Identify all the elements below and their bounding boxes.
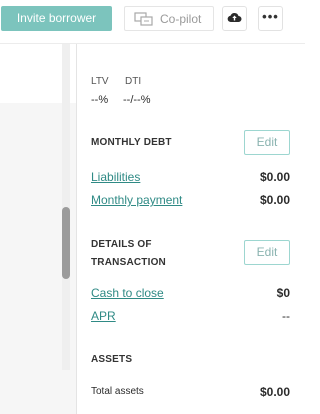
assets-heading: ASSETS — [91, 354, 133, 365]
loan-summary-panel: LTV DTI --% --/--% MONTHLY DEBT Edit Lia… — [77, 44, 305, 414]
transaction-edit-button[interactable]: Edit — [244, 240, 290, 265]
apr-value: -- — [282, 309, 290, 323]
cloud-upload-button[interactable] — [222, 6, 247, 31]
ltv-label: LTV — [91, 76, 109, 87]
more-icon: ••• — [262, 9, 279, 24]
details-of-transaction-heading: DETAILS OF — [91, 239, 152, 250]
monthly-debt-heading: MONTHLY DEBT — [91, 137, 172, 148]
co-pilot-label: Co-pilot — [160, 11, 202, 26]
co-pilot-button[interactable]: Co-pilot — [124, 6, 214, 31]
top-toolbar: Invite borrower Co-pilot ••• — [0, 0, 305, 42]
monthly-payment-link[interactable]: Monthly payment — [91, 193, 182, 207]
copilot-icon — [134, 11, 154, 27]
dti-value: --/--% — [123, 94, 151, 106]
cloud-upload-icon — [227, 10, 242, 28]
left-pane — [0, 44, 76, 414]
monthly-payment-value: $0.00 — [259, 193, 290, 207]
scrollbar-thumb[interactable] — [62, 207, 70, 279]
details-of-transaction-heading-line2: TRANSACTION — [91, 257, 166, 268]
total-assets-label: Total assets — [91, 386, 144, 397]
cash-to-close-link[interactable]: Cash to close — [91, 286, 164, 300]
total-assets-value: $0.00 — [259, 385, 290, 399]
ltv-value: --% — [91, 94, 109, 106]
invite-borrower-button[interactable]: Invite borrower — [1, 6, 112, 31]
more-options-button[interactable]: ••• — [258, 6, 283, 31]
liabilities-link[interactable]: Liabilities — [91, 170, 140, 184]
cash-to-close-value: $0 — [276, 286, 290, 300]
monthly-debt-edit-button[interactable]: Edit — [244, 130, 290, 155]
liabilities-value: $0.00 — [259, 170, 290, 184]
apr-link[interactable]: APR — [91, 309, 116, 323]
dti-label: DTI — [125, 76, 142, 87]
